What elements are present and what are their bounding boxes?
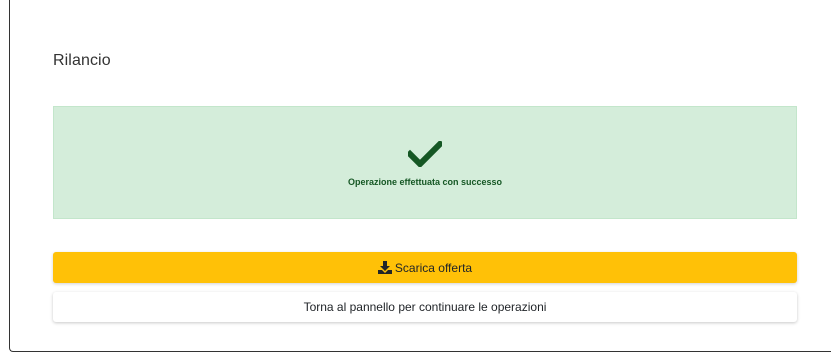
check-icon xyxy=(408,141,442,167)
back-to-panel-button[interactable]: Torna al pannello per continuare le oper… xyxy=(53,292,797,322)
success-alert: Operazione effettuata con successo xyxy=(53,106,797,219)
back-to-panel-label: Torna al pannello per continuare le oper… xyxy=(303,300,547,314)
download-offer-button[interactable]: Scarica offerta xyxy=(53,252,797,283)
page-title: Rilancio xyxy=(53,52,111,69)
download-offer-label: Scarica offerta xyxy=(394,260,473,275)
success-message: Operazione effettuata con successo xyxy=(347,177,503,187)
download-icon xyxy=(377,261,392,274)
